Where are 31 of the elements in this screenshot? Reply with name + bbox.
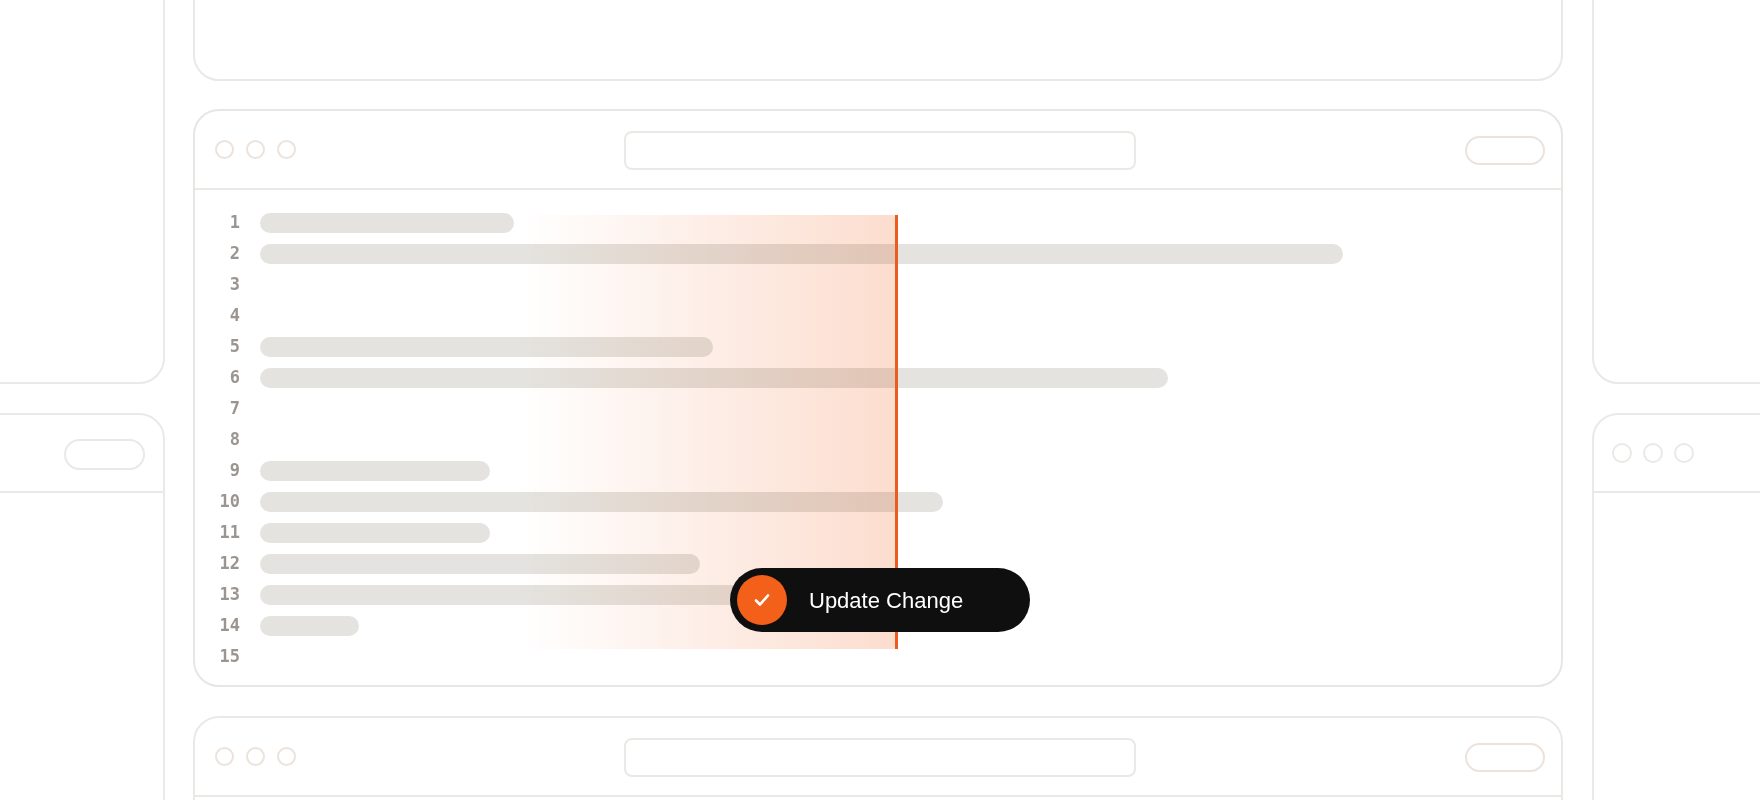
line-number: 14 — [218, 613, 240, 637]
pill-button[interactable] — [1465, 743, 1545, 772]
pill-button[interactable] — [64, 439, 145, 470]
window-control[interactable] — [277, 140, 296, 159]
line-number: 3 — [228, 272, 240, 296]
pill-button[interactable] — [1465, 136, 1545, 165]
line-number: 4 — [228, 303, 240, 327]
line-number: 12 — [218, 551, 240, 575]
window-control[interactable] — [277, 747, 296, 766]
toast-message: Update Change — [809, 586, 964, 615]
line-number: 10 — [218, 489, 240, 513]
line-number: 7 — [228, 396, 240, 420]
line-number: 1 — [228, 210, 240, 234]
window-control[interactable] — [215, 140, 234, 159]
window-control[interactable] — [246, 140, 265, 159]
line-number: 8 — [228, 427, 240, 451]
check-icon — [737, 575, 787, 625]
address-field[interactable] — [624, 738, 1136, 777]
window-control[interactable] — [1612, 443, 1632, 463]
line-number: 6 — [228, 365, 240, 389]
line-number: 11 — [218, 520, 240, 544]
line-number: 15 — [218, 644, 240, 668]
window-control[interactable] — [246, 747, 265, 766]
window-control[interactable] — [215, 747, 234, 766]
line-number: 5 — [228, 334, 240, 358]
window-control[interactable] — [1643, 443, 1663, 463]
line-number: 2 — [228, 241, 240, 265]
line-number: 13 — [218, 582, 240, 606]
line-number: 9 — [228, 458, 240, 482]
window-control[interactable] — [1674, 443, 1694, 463]
address-field[interactable] — [624, 131, 1136, 170]
